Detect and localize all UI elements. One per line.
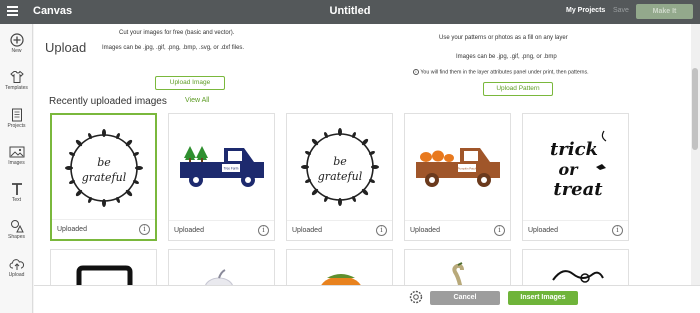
be-grateful-wreath-image: be grateful — [52, 115, 155, 221]
sidebar-item-label: Images — [8, 160, 25, 166]
upload-cloud-icon — [9, 259, 24, 270]
sidebar-item-label: Text — [11, 197, 22, 203]
scrollbar-track[interactable] — [691, 24, 700, 285]
sidebar-item-label: New — [11, 48, 22, 54]
upload-pattern-note-text: You will find them in the layer attribut… — [420, 69, 589, 76]
card-footer: Uploaded i — [169, 220, 274, 240]
lettering-trick: trick — [549, 139, 597, 160]
card-label: Uploaded — [292, 227, 322, 234]
card-label: Uploaded — [174, 227, 204, 234]
gourd-thumbnail — [452, 262, 464, 285]
settings-gear-icon[interactable] — [409, 290, 423, 304]
info-icon[interactable]: i — [376, 225, 387, 236]
document-icon — [11, 108, 22, 122]
text-t-icon — [11, 183, 22, 195]
halloween-lettering-thumbnail — [552, 270, 604, 283]
upload-pattern-note: i You will find them in the layer attrib… — [413, 69, 589, 75]
image-icon — [9, 146, 24, 158]
view-all-link[interactable]: View All — [185, 97, 209, 104]
info-icon: i — [413, 69, 419, 75]
upload-pattern-description: Use your patterns or photos as a fill on… — [439, 35, 568, 41]
image-card[interactable] — [168, 249, 275, 285]
image-card[interactable] — [522, 249, 629, 285]
wreath-text-be: be — [333, 155, 347, 168]
card-footer: Uploaded i — [287, 220, 392, 240]
upload-image-description: Cut your images for free (basic and vect… — [119, 30, 235, 36]
shapes-icon — [10, 220, 24, 233]
page-title: Upload — [45, 40, 87, 55]
wreath-text-grateful: grateful — [317, 170, 362, 183]
lettering-treat: treat — [553, 179, 603, 200]
my-projects-link[interactable]: My Projects — [566, 7, 605, 14]
image-card[interactable]: be grateful Uploaded i — [50, 113, 157, 241]
wreath-text-grateful: grateful — [81, 171, 126, 184]
bottom-action-bar: Cancel Insert Images — [34, 285, 700, 313]
sidebar-item-templates[interactable]: Templates — [0, 70, 33, 91]
card-footer: Uploaded i — [523, 220, 628, 240]
top-bar: Canvas Untitled My Projects Save Make It — [0, 0, 700, 24]
upload-pattern-button[interactable]: Upload Pattern — [483, 82, 553, 96]
wreath-text-be: be — [97, 156, 111, 169]
make-it-button[interactable]: Make It — [636, 4, 693, 19]
upload-image-button[interactable]: Upload Image — [155, 76, 225, 90]
image-card[interactable]: be grateful Uploaded i — [286, 113, 393, 241]
truck-door-text: Tree Farm — [223, 167, 238, 171]
sidebar-item-projects[interactable]: Projects — [0, 108, 33, 129]
insert-images-button[interactable]: Insert Images — [508, 291, 578, 305]
left-sidebar: New Templates Projects Images Text Shape… — [0, 24, 33, 313]
image-card[interactable] — [286, 249, 393, 285]
shirt-icon — [9, 70, 24, 83]
card-footer: Uploaded i — [52, 219, 155, 239]
info-icon[interactable]: i — [494, 225, 505, 236]
sidebar-item-label: Projects — [7, 123, 26, 129]
image-card[interactable]: Tree Farm Uploaded i — [168, 113, 275, 241]
sidebar-item-images[interactable]: Images — [0, 145, 33, 166]
app-title: Canvas — [33, 5, 73, 17]
sidebar-item-text[interactable]: Text — [0, 182, 33, 203]
info-icon[interactable]: i — [139, 224, 150, 235]
sidebar-item-shapes[interactable]: Shapes — [0, 219, 33, 240]
truck-door-text: Pumpkin Patch — [457, 167, 476, 171]
sidebar-item-label: Shapes — [8, 234, 25, 240]
orange-pumpkin-thumbnail — [321, 274, 361, 285]
image-card[interactable] — [404, 249, 511, 285]
upload-image-formats: Images can be .jpg, .gif, .png, .bmp, .s… — [102, 45, 245, 51]
save-link[interactable]: Save — [613, 7, 629, 14]
plus-circle-icon — [9, 33, 24, 47]
image-card[interactable] — [50, 249, 157, 285]
info-icon[interactable]: i — [612, 225, 623, 236]
image-card[interactable]: trick or treat Uploaded i — [522, 113, 629, 241]
white-pumpkin-thumbnail — [205, 269, 233, 285]
image-card[interactable]: Pumpkin Patch Uploaded i — [404, 113, 511, 241]
lettering-or: or — [558, 160, 579, 179]
card-label: Uploaded — [410, 227, 440, 234]
trick-or-treat-image: trick or treat — [523, 114, 628, 220]
sidebar-item-label: Templates — [5, 85, 28, 91]
info-icon[interactable]: i — [258, 225, 269, 236]
cancel-button[interactable]: Cancel — [430, 291, 500, 305]
upload-panel: Upload Cut your images for free (basic a… — [34, 24, 691, 285]
upload-pattern-formats: Images can be .jpg, .gif, .png, or .bmp — [456, 54, 557, 60]
scrollbar-thumb[interactable] — [692, 68, 698, 150]
sidebar-item-label: Upload — [8, 272, 25, 278]
black-frame-thumbnail — [76, 265, 133, 285]
card-label: Uploaded — [528, 227, 558, 234]
sidebar-item-upload[interactable]: Upload — [0, 257, 33, 278]
card-label: Uploaded — [57, 226, 87, 233]
card-footer: Uploaded i — [405, 220, 510, 240]
hamburger-menu-icon[interactable] — [7, 6, 18, 18]
be-grateful-wreath-image: be grateful — [287, 114, 392, 220]
orange-truck-with-pumpkins-image: Pumpkin Patch — [405, 114, 510, 220]
recent-images-heading: Recently uploaded images — [49, 96, 167, 107]
blue-truck-with-trees-image: Tree Farm — [169, 114, 274, 220]
sidebar-item-new[interactable]: New — [0, 33, 33, 54]
